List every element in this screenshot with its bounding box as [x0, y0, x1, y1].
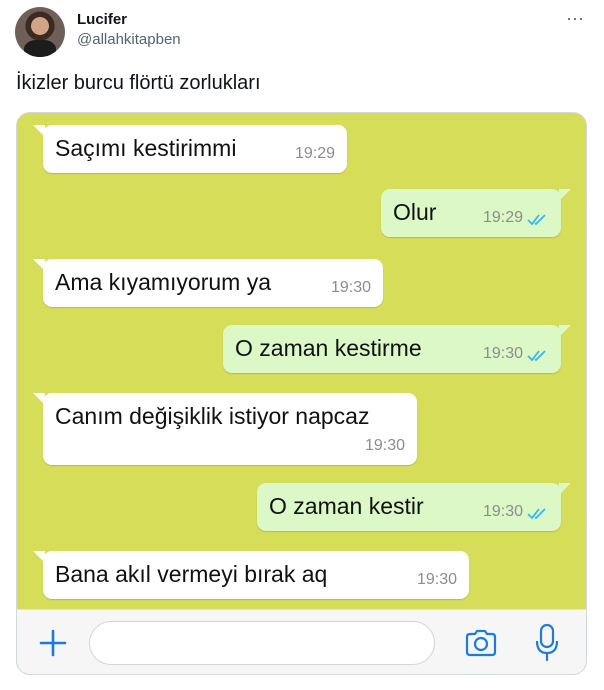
message-input[interactable]: [89, 621, 435, 665]
read-receipt-icon: [527, 508, 546, 520]
read-receipt-icon: [527, 214, 546, 226]
microphone-icon[interactable]: [534, 623, 560, 663]
message-time: 19:29: [294, 145, 335, 162]
tweet-media[interactable]: Saçımı kestirimmi 19:29 Olur 19:29 Ama k…: [16, 112, 587, 675]
bubble-tail: [559, 325, 571, 337]
message-time: 19:30: [416, 571, 457, 588]
incoming-message: Canım değişiklik istiyor napcaz 19:30: [33, 393, 417, 465]
bubble-tail: [33, 125, 45, 137]
message-text: Ama kıyamıyorum ya: [55, 269, 271, 295]
bubble-tail: [559, 483, 571, 495]
outgoing-message: O zaman kestir 19:30: [257, 483, 571, 531]
author-name[interactable]: Lucifer: [77, 11, 127, 28]
incoming-message: Saçımı kestirimmi 19:29: [33, 125, 347, 173]
author-handle[interactable]: @allahkitapben: [77, 31, 181, 48]
avatar-figure: [24, 40, 56, 57]
outgoing-message: Olur 19:29: [381, 189, 571, 237]
bubble-tail: [33, 551, 45, 563]
message-time: 19:30: [482, 503, 523, 520]
message-text: Canım değişiklik istiyor napcaz: [55, 403, 370, 429]
outgoing-message: O zaman kestirme 19:30: [223, 325, 571, 373]
incoming-message: Bana akıl vermeyi bırak aq 19:30: [33, 551, 469, 599]
incoming-message: Ama kıyamıyorum ya 19:30: [33, 259, 383, 307]
chat-area: Saçımı kestirimmi 19:29 Olur 19:29 Ama k…: [17, 113, 586, 609]
camera-icon[interactable]: [464, 627, 498, 659]
bubble-tail: [33, 393, 45, 405]
read-receipt-icon: [527, 350, 546, 362]
tweet-text: İkizler burcu flörtü zorlukları: [16, 72, 261, 94]
message-text: O zaman kestir: [269, 493, 424, 519]
bubble-tail: [33, 259, 45, 271]
more-options-icon[interactable]: ···: [563, 8, 587, 28]
message-text: O zaman kestirme: [235, 335, 422, 361]
tweet-header: Lucifer @allahkitapben ···: [0, 0, 604, 64]
message-text: Saçımı kestirimmi: [55, 135, 237, 161]
message-time: 19:29: [482, 209, 523, 226]
message-text: Bana akıl vermeyi bırak aq: [55, 561, 328, 587]
message-time: 19:30: [330, 279, 371, 296]
bubble-tail: [559, 189, 571, 201]
plus-icon[interactable]: [37, 627, 69, 659]
message-text: Olur: [393, 199, 437, 225]
message-time: 19:30: [364, 437, 405, 454]
message-time: 19:30: [482, 345, 523, 362]
avatar[interactable]: [15, 7, 65, 57]
message-composer: [17, 609, 586, 674]
